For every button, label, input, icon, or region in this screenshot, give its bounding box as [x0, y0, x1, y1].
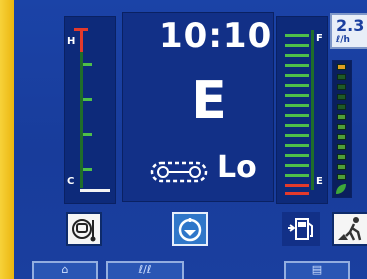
- fuel-pump-icon: [288, 218, 313, 240]
- bottom-tab-home[interactable]: ⌂: [32, 261, 98, 279]
- level-segment: [337, 104, 346, 110]
- level-segment: [337, 134, 346, 140]
- display-bezel: [0, 0, 14, 279]
- fuel-level-bar: [285, 104, 309, 107]
- level-segment: [337, 164, 346, 170]
- bottom-tab-menu-label: ▤: [311, 263, 323, 276]
- fuel-low-zone: [285, 192, 309, 195]
- fuel-consumption-value: 2.3: [336, 16, 365, 35]
- fuel-level-bar: [285, 94, 309, 97]
- fuel-scale: [311, 30, 314, 190]
- bottom-tab-menu[interactable]: ▤: [284, 261, 350, 279]
- level-segment: [337, 94, 346, 100]
- fuel-low-zone: [285, 184, 309, 187]
- water-temperature-high-label: H: [67, 36, 76, 47]
- water-temperature-low-label: C: [67, 176, 75, 187]
- water-temperature-tick: [83, 98, 92, 101]
- level-segment: [337, 174, 346, 180]
- coolant-temperature-icon: [72, 219, 96, 242]
- fuel-level-bar: [285, 114, 309, 117]
- level-segment: [337, 144, 346, 150]
- leaf-icon: [336, 184, 346, 194]
- water-temperature-red-zone: [80, 28, 83, 52]
- fuel-level-bar: [285, 64, 309, 67]
- level-segment: [337, 124, 346, 130]
- water-temperature-high-tick: [74, 28, 88, 31]
- fuel-button[interactable]: [282, 212, 320, 246]
- bottom-tab-home-label: ⌂: [61, 263, 69, 276]
- work-mode-button[interactable]: [332, 212, 367, 246]
- fuel-full-label: F: [316, 33, 323, 44]
- fuel-level-bar: [285, 134, 309, 137]
- fuel-level-bar: [285, 154, 309, 157]
- fuel-level-bar: [285, 34, 309, 37]
- water-temperature-tick: [83, 63, 92, 66]
- fuel-level-bar: [285, 44, 309, 47]
- fuel-level-bar: [285, 144, 309, 147]
- fuel-level-bar: [285, 174, 309, 177]
- water-temperature-tick: [83, 133, 92, 136]
- fuel-level-bar: [285, 84, 309, 87]
- bottom-tab-fuel-rate-label: ℓ/ℓ: [138, 263, 152, 276]
- water-temperature-needle: [80, 189, 110, 192]
- clock-display: 10:10: [159, 16, 273, 56]
- level-segment: [337, 154, 346, 160]
- bottom-tab-fuel-rate[interactable]: ℓ/ℓ: [106, 261, 184, 279]
- level-segment: [337, 84, 346, 90]
- travel-speed-indicator: Lo: [217, 150, 257, 185]
- fuel-level-bar: [285, 54, 309, 57]
- work-mode-indicator: E: [191, 71, 227, 131]
- fuel-empty-label: E: [316, 176, 323, 187]
- crawler-track-icon: [150, 161, 208, 183]
- level-segment: [337, 114, 346, 120]
- water-temperature-tick: [83, 168, 92, 171]
- level-segment: [337, 64, 346, 70]
- coolant-temperature-button[interactable]: [66, 212, 102, 246]
- work-mode-icon: [338, 217, 362, 241]
- level-segment: [337, 74, 346, 80]
- hydraulic-oil-button[interactable]: [172, 212, 208, 246]
- machine-monitor-screen: H C 10:10 E Lo F E 2.3 ℓ/h ⌂ ℓ/ℓ ▤: [14, 0, 367, 279]
- fuel-level-bar: [285, 164, 309, 167]
- fuel-level-bar: [285, 124, 309, 127]
- fuel-level-bar: [285, 74, 309, 77]
- fuel-consumption-readout: 2.3 ℓ/h: [330, 13, 367, 49]
- hydraulic-oil-icon: [178, 218, 202, 242]
- water-temperature-scale: [80, 38, 83, 188]
- fuel-consumption-unit: ℓ/h: [336, 35, 350, 45]
